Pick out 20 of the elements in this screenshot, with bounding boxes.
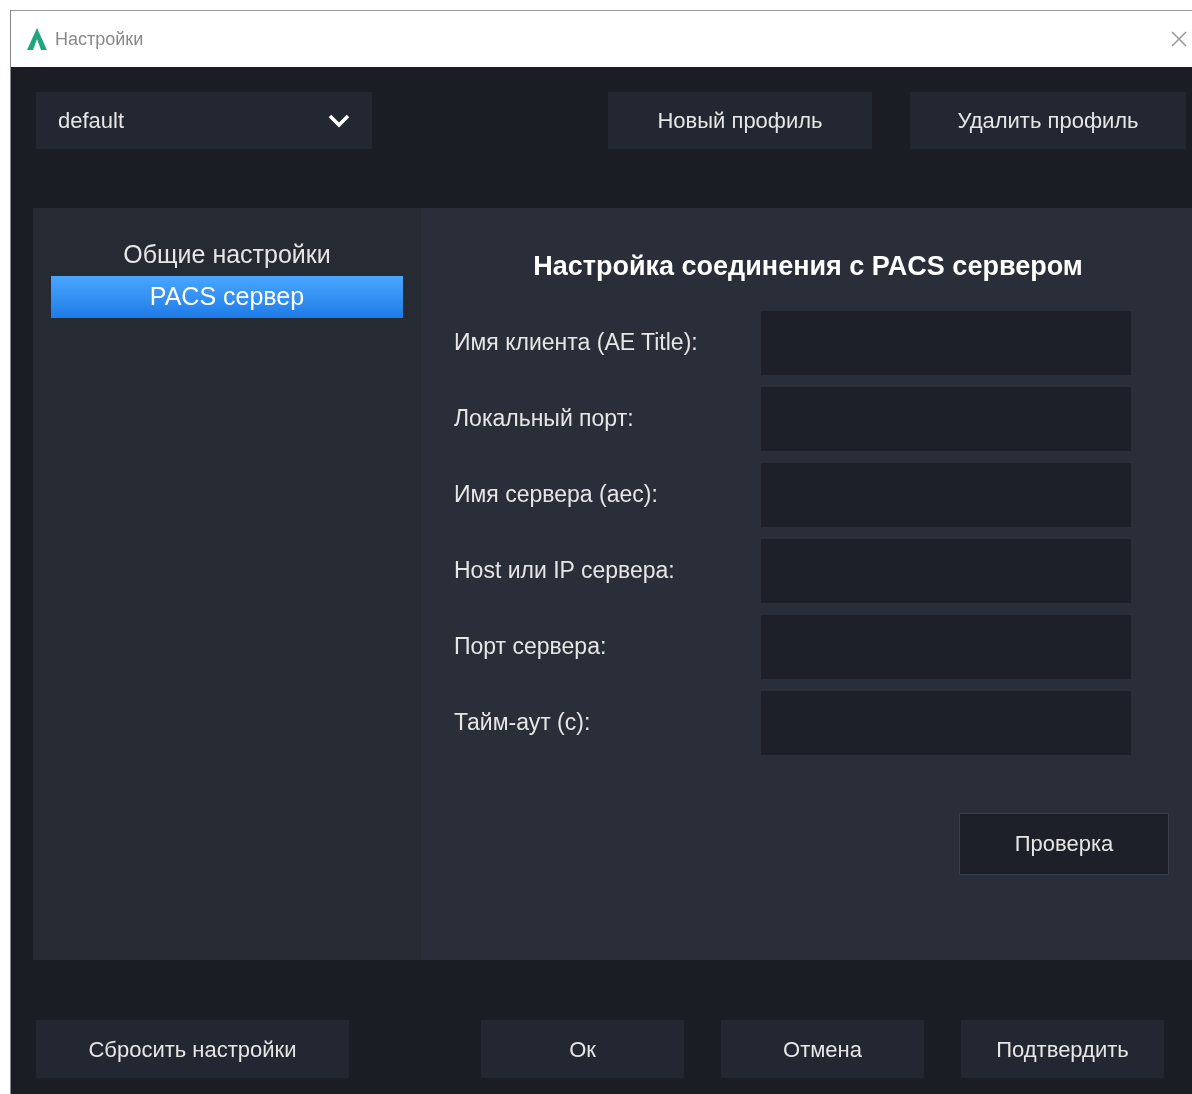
panel-heading: Настройка соединения с PACS сервером xyxy=(532,250,1084,283)
app-logo-icon xyxy=(25,27,49,51)
field-label: Имя сервера (aec): xyxy=(454,480,659,510)
field-label: Host или IP сервера: xyxy=(454,556,676,586)
sidebar-item[interactable]: Общие настройки xyxy=(51,234,403,276)
window-title: Настройки xyxy=(55,27,144,51)
footer-button[interactable]: Ок xyxy=(481,1020,684,1078)
footer-button[interactable]: Отмена xyxy=(721,1020,924,1078)
new-profile-button[interactable]: Новый профиль xyxy=(608,92,872,149)
field-label: Локальный порт: xyxy=(454,404,635,434)
profile-dropdown[interactable]: default xyxy=(36,92,372,149)
field-label: Тайм-аут (с): xyxy=(454,708,592,738)
delete-profile-button[interactable]: Удалить профиль xyxy=(910,92,1186,149)
check-button[interactable]: Проверка xyxy=(959,812,1169,875)
reset-settings-button[interactable]: Сбросить настройки xyxy=(36,1020,349,1078)
field-label: Порт сервера: xyxy=(454,632,608,662)
chevron-down-icon xyxy=(328,113,350,128)
close-icon[interactable] xyxy=(1170,30,1188,48)
footer-button[interactable]: Подтвердить xyxy=(961,1020,1164,1078)
field-label: Имя клиента (AE Title): xyxy=(454,328,699,358)
